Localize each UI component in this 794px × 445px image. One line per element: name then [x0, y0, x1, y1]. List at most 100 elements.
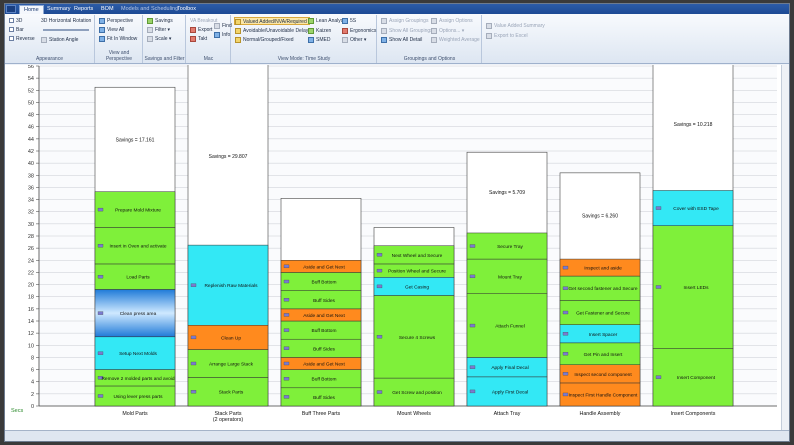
export-button[interactable]: Export [190, 26, 212, 34]
element-icon [376, 284, 383, 289]
segment-label: Apply Final Decal [491, 365, 528, 371]
savings-label: Savings = 29.807 [209, 154, 248, 160]
y-tick-label: 36 [28, 185, 34, 191]
element-icon [97, 207, 104, 212]
savings-button[interactable]: Savings [147, 17, 173, 25]
y-tick-label: 46 [28, 125, 34, 131]
tab-toolbox[interactable]: Toolbox [173, 5, 200, 14]
avoidable-button[interactable]: Avoidable/Unavoidable Delays [235, 27, 311, 35]
ergonomics-button[interactable]: Ergonomics [342, 27, 376, 35]
segment-label: Buff Sides [313, 395, 335, 401]
station-angle-button[interactable]: Station Angle [41, 36, 78, 44]
element-icon [283, 377, 290, 381]
export-to-excel-button[interactable]: Export to Excel [486, 32, 528, 40]
takt-icon [190, 35, 196, 42]
checkbox-reverse[interactable] [9, 36, 14, 42]
perspective-button[interactable]: Perspective [99, 17, 133, 25]
weighted-average-button[interactable]: Weighted Average [431, 36, 480, 44]
segment-label: Position Wheel and Secure [388, 269, 446, 275]
station-name[interactable]: Mount Wheels [397, 411, 431, 417]
station-name[interactable]: Mold Parts [122, 411, 148, 417]
element-icon [97, 311, 104, 315]
5s-icon [342, 17, 348, 24]
station-name[interactable]: Attach Tray [494, 411, 521, 417]
savings-label: Savings = 5.709 [489, 190, 525, 196]
checkbox-bar[interactable] [9, 27, 14, 33]
5s-button[interactable]: 5S [342, 17, 356, 25]
station-name[interactable]: Handle Assembly [580, 411, 621, 417]
find-button[interactable]: Find [214, 22, 232, 30]
element-icon [283, 298, 290, 302]
element-icon [283, 279, 290, 284]
normal-icon [235, 36, 241, 43]
savings-group: Savings Filter ▾ Scale ▾ Savings and Fil… [144, 15, 186, 63]
segment-label: Get Screw and position [392, 390, 442, 396]
checkbox-3d[interactable] [9, 18, 14, 24]
segment-label: Insert Component [677, 375, 716, 381]
fit-in-window-button[interactable]: Fit In Window [99, 35, 137, 43]
element-icon [97, 275, 104, 279]
show-all-groupings-button[interactable]: Show All Groupings [381, 27, 433, 35]
segment-label: Cover with ESD Tape [673, 206, 719, 212]
y-axis-label: Secs [11, 408, 23, 414]
option-bar[interactable]: Bar [9, 26, 24, 34]
element-icon [562, 332, 569, 336]
station-subtitle: (2 operators) [213, 417, 244, 423]
assign-groupings-button[interactable]: Assign Groupings [381, 17, 428, 25]
element-icon [469, 323, 476, 328]
value-added-summary-button[interactable]: Value Added Summary [486, 22, 545, 30]
tab-reports[interactable]: Reports [70, 5, 97, 14]
element-icon [190, 390, 197, 394]
segment-label: Buff Sides [313, 346, 335, 352]
application-menu-button[interactable] [6, 5, 16, 13]
y-tick-label: 32 [28, 210, 34, 216]
excel-icon [486, 32, 492, 39]
show-all-detail-button[interactable]: Show All Detail [381, 36, 422, 44]
view-all-button[interactable]: View All [99, 26, 124, 34]
tab-home[interactable]: Home [19, 5, 44, 14]
mac-group: VA Breakout Export Takt Find Info Mac [187, 15, 232, 63]
savings-label: Savings = 17.161 [116, 138, 155, 144]
find-icon [214, 22, 220, 29]
assign-options-icon [431, 17, 437, 24]
station-name[interactable]: Insert Components [671, 411, 716, 417]
vertical-scrollbar[interactable] [781, 65, 789, 430]
smed-button[interactable]: SMED [308, 36, 330, 44]
segment-label: Aside and Get Next [303, 313, 345, 319]
kaizen-button[interactable]: Kaizen [308, 27, 331, 35]
segment-label: Aside and Get Next [303, 362, 345, 368]
tab-bom[interactable]: BOM [97, 5, 118, 14]
y-tick-label: 40 [28, 161, 34, 167]
station-name[interactable]: Buff Three Parts [302, 411, 341, 417]
y-tick-label: 8 [31, 355, 34, 361]
element-icon [97, 394, 104, 398]
scale-button[interactable]: Scale ▾ [147, 35, 171, 43]
element-icon [469, 365, 476, 369]
y-tick-label: 14 [28, 319, 34, 325]
y-tick-label: 50 [28, 100, 34, 106]
element-icon [283, 264, 290, 269]
segment-label: Buff Bottom [312, 328, 337, 334]
element-icon [97, 244, 104, 248]
info-button[interactable]: Info [214, 31, 230, 39]
smed-icon [308, 36, 314, 43]
filter-button[interactable]: Filter ▾ [147, 26, 170, 34]
normal-grouped-button[interactable]: Normal/Grouped/Fixed [235, 36, 294, 44]
valued-added-button[interactable]: Valued Added/NVA/Required [234, 17, 310, 25]
y-tick-label: 16 [28, 307, 34, 313]
appearance-group-title: Appearance [36, 56, 63, 62]
segment-label: Replenish Raw Materials [204, 283, 258, 289]
other-button[interactable]: Other ▾ [342, 36, 366, 44]
filter-icon [147, 26, 153, 33]
option-3d[interactable]: 3D [9, 17, 22, 25]
options-button[interactable]: Options... ▾ [431, 27, 464, 35]
takt-button[interactable]: Takt [190, 35, 207, 43]
avoidable-icon [235, 27, 241, 34]
option-reverse[interactable]: Reverse [9, 35, 35, 43]
rotation-slider[interactable] [43, 29, 89, 31]
y-tick-label: 18 [28, 295, 34, 301]
element-icon [376, 253, 383, 257]
horizontal-scrollbar[interactable] [5, 430, 789, 441]
assign-options-button[interactable]: Assign Options [431, 17, 473, 25]
lean-icon [308, 17, 314, 24]
